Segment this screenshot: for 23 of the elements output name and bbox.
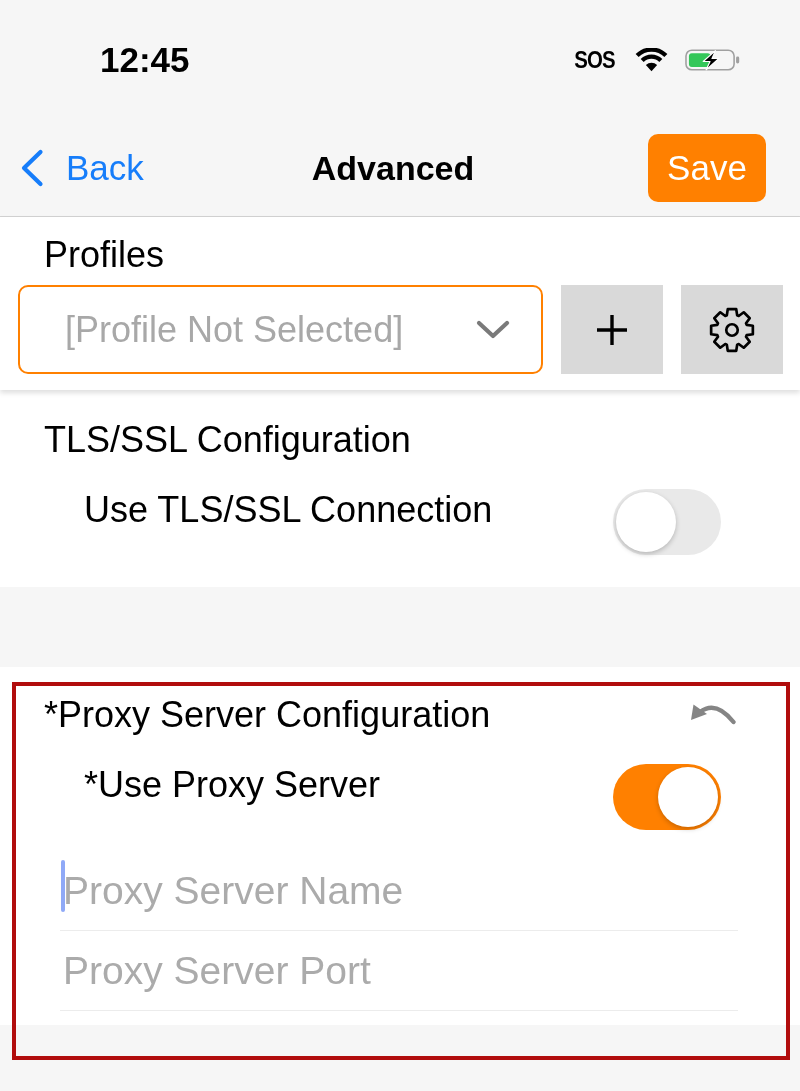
section-title: TLS/SSL Configuration — [44, 419, 411, 461]
chevron-left-icon — [20, 148, 44, 187]
add-button[interactable] — [561, 285, 663, 374]
save-button[interactable]: Save — [648, 133, 766, 202]
profiles-label: Profiles — [44, 234, 165, 276]
setting-label: Use TLS/SSL Connection — [84, 489, 493, 531]
plus-icon — [596, 313, 628, 346]
input-field[interactable]: Proxy Server Name — [60, 851, 738, 931]
battery-charging-icon — [685, 49, 740, 71]
setting-label: *Use Proxy Server — [84, 764, 381, 806]
input-field[interactable]: Proxy Server Port — [60, 931, 738, 1011]
chevron-down-icon — [476, 320, 510, 339]
toggle-switch[interactable] — [613, 489, 721, 555]
settings-button[interactable] — [681, 285, 783, 374]
screen-title: Advanced — [311, 147, 475, 188]
wifi-icon — [635, 48, 668, 72]
status-time: 12:45 — [100, 40, 190, 80]
settings-icon — [709, 306, 755, 353]
status-text: SOS — [574, 46, 615, 74]
toggle-switch[interactable] — [613, 764, 721, 830]
section-title: *Proxy Server Configuration — [44, 694, 491, 736]
profile-dropdown[interactable]: [Profile Not Selected] — [18, 285, 543, 374]
back-button[interactable]: Back — [20, 147, 144, 188]
